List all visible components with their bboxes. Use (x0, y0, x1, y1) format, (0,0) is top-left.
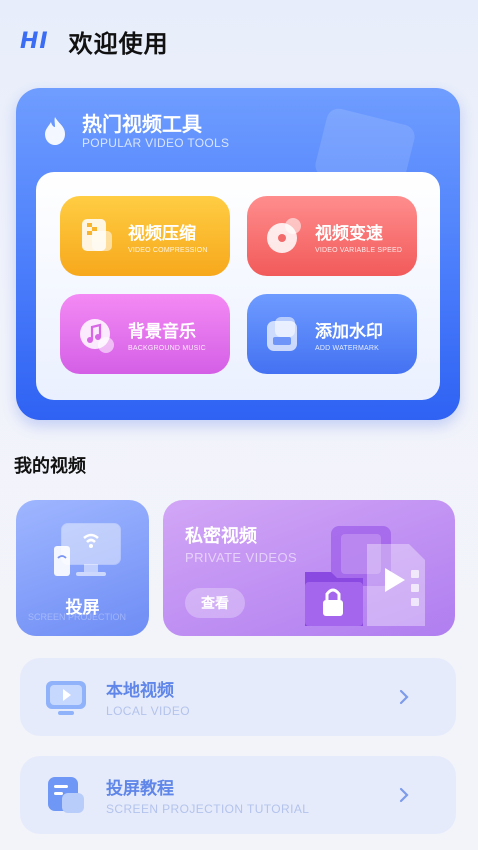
tool-name: 视频变速 (315, 223, 383, 244)
chevron-right-icon (399, 787, 409, 803)
tool-add-watermark[interactable]: 添加水印 ADD WATERMARK (247, 294, 417, 374)
local-video-item[interactable]: 本地视频 LOCAL VIDEO (20, 658, 456, 736)
tool-video-variable-speed[interactable]: 视频变速 VIDEO VARIABLE SPEED (247, 196, 417, 276)
tool-en: VIDEO VARIABLE SPEED (315, 246, 403, 254)
speed-disc-icon (267, 218, 301, 253)
tools-title: 热门视频工具 (82, 112, 202, 136)
view-button[interactable]: 查看 (185, 588, 245, 618)
tool-en: BACKGROUND MUSIC (128, 344, 206, 352)
watermark-stamp-icon (267, 317, 297, 351)
hi-logo: HI (20, 29, 49, 54)
tool-en: ADD WATERMARK (315, 344, 380, 352)
tools-grid: 视频压缩 VIDEO COMPRESSION 视频变速 VIDEO VARIAB… (36, 172, 440, 400)
list-sub: SCREEN PROJECTION TUTORIAL (106, 802, 310, 816)
private-videos-card[interactable]: 私密视频 PRIVATE VIDEOS 查看 (163, 500, 455, 636)
screen-cast-card[interactable]: SCREEN PROJECTION 投屏 (16, 500, 149, 636)
screen-cast-icon (54, 523, 121, 576)
tool-name: 视频压缩 (128, 223, 196, 244)
tools-subtitle: POPULAR VIDEO TOOLS (82, 136, 230, 150)
private-subtitle: PRIVATE VIDEOS (185, 550, 298, 565)
my-videos-title: 我的视频 (14, 456, 86, 477)
header: HI 欢迎使用 (20, 24, 169, 59)
list-sub: LOCAL VIDEO (106, 704, 190, 718)
tool-name: 背景音乐 (128, 321, 196, 342)
tool-en: VIDEO COMPRESSION (128, 246, 208, 254)
screen-projection-tutorial-item[interactable]: 投屏教程 SCREEN PROJECTION TUTORIAL (20, 756, 456, 834)
tutorial-doc-icon (48, 777, 84, 813)
tool-video-compression[interactable]: 视频压缩 VIDEO COMPRESSION (60, 196, 230, 276)
tool-background-music[interactable]: 背景音乐 BACKGROUND MUSIC (60, 294, 230, 374)
chevron-right-icon (399, 689, 409, 705)
list-name: 本地视频 (106, 681, 174, 701)
flame-icon (45, 117, 65, 145)
locked-folder-video-icon (305, 526, 425, 626)
music-note-icon (80, 319, 114, 353)
welcome-title: 欢迎使用 (68, 30, 169, 58)
popular-tools-card: 热门视频工具 POPULAR VIDEO TOOLS 视频压缩 VIDEO CO… (16, 88, 460, 420)
cast-label: 投屏 (65, 598, 100, 618)
tool-name: 添加水印 (315, 321, 383, 342)
play-monitor-icon (46, 681, 86, 715)
private-title: 私密视频 (185, 526, 257, 547)
list-name: 投屏教程 (106, 779, 174, 799)
compress-file-icon (82, 219, 112, 251)
